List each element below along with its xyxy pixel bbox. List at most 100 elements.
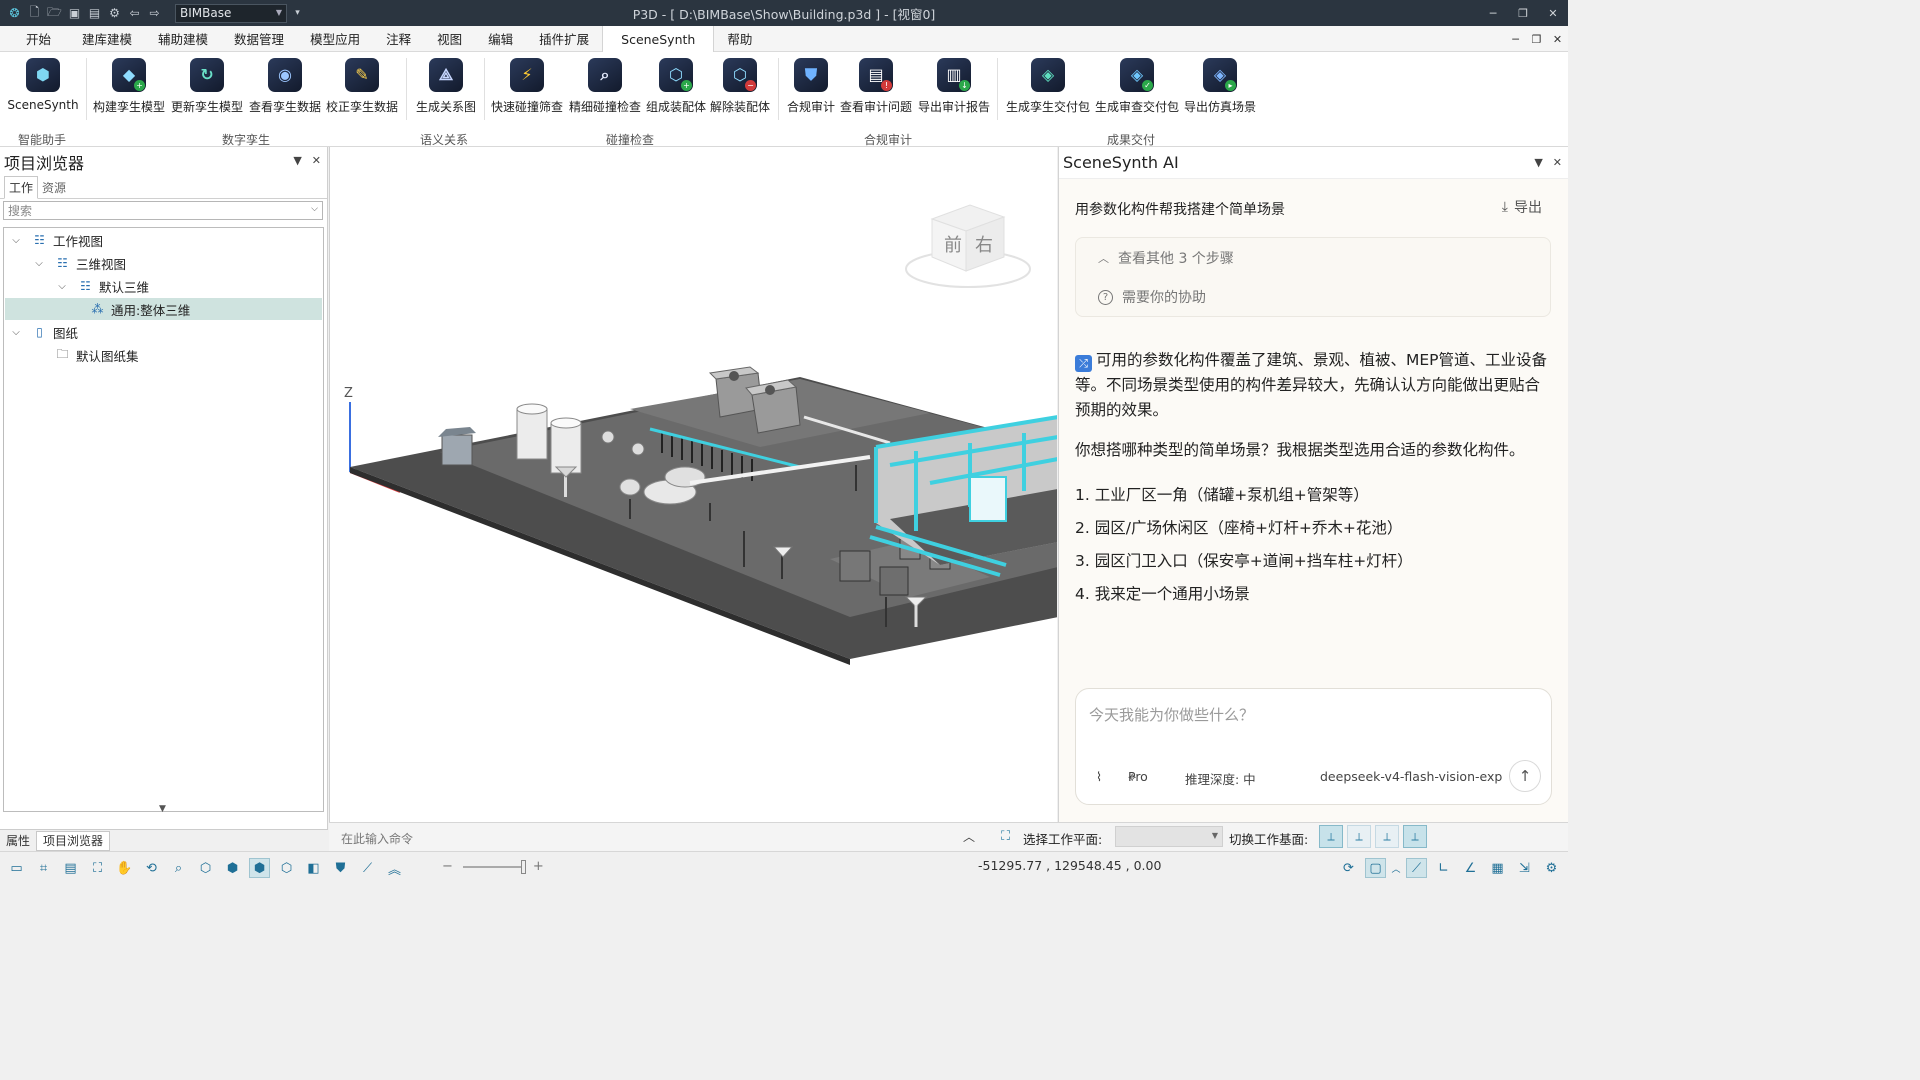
section-box-icon[interactable]: ⛊ bbox=[330, 858, 351, 878]
collapse-up-icon[interactable]: ︽ bbox=[384, 858, 405, 878]
command-history-icon[interactable]: ︿ bbox=[963, 828, 975, 845]
3d-viewport[interactable]: 前 右 Z bbox=[329, 147, 1057, 822]
audit-issues-button[interactable]: ▤! 查看审计问题 bbox=[834, 58, 918, 115]
collapse-icon[interactable]: ⌵ bbox=[33, 258, 45, 269]
export-audit-report-button[interactable]: ▥ ↓ 导出审计报告 bbox=[912, 58, 996, 115]
tab-edit[interactable]: 编辑 bbox=[475, 26, 526, 51]
fit-view-icon[interactable]: ⌗ bbox=[33, 858, 54, 878]
view-cube[interactable]: 前 右 bbox=[905, 204, 1031, 288]
angle-icon[interactable]: ∠ bbox=[1460, 858, 1481, 878]
attachment-icon[interactable]: ⌇ bbox=[1096, 769, 1102, 784]
orbit-icon[interactable]: ⟲ bbox=[141, 858, 162, 878]
relation-graph-button[interactable]: ⟁ 生成关系图 bbox=[404, 58, 488, 115]
tree-item-3d-views[interactable]: ⌵ ☷ 三维视图 bbox=[33, 252, 126, 274]
zoom-slider[interactable]: − + bbox=[442, 859, 544, 874]
export-simulation-button[interactable]: ◈ ▸ 导出仿真场景 bbox=[1178, 58, 1262, 115]
tree-item-default-3d[interactable]: ⌵ ☷ 默认三维 bbox=[56, 275, 149, 297]
correct-twin-data-button[interactable]: ✎ 校正孪生数据 bbox=[320, 58, 404, 115]
view-cube-front-label[interactable]: 前 bbox=[944, 235, 962, 256]
tree-item-default-sheet-set[interactable]: 🗀 默认图纸集 bbox=[33, 344, 138, 366]
panel-close-icon[interactable]: ✕ bbox=[1553, 156, 1562, 169]
build-twin-model-button[interactable]: ◆ + 构建孪生模型 bbox=[87, 58, 171, 115]
settings-icon[interactable]: ⚙ bbox=[1541, 858, 1562, 878]
view-twin-data-button[interactable]: ◉ 查看孪生数据 bbox=[243, 58, 327, 115]
zoom-extents-icon[interactable]: ⛶ bbox=[87, 858, 108, 878]
undo-icon[interactable]: ⇦ bbox=[126, 5, 143, 22]
display-mode-icon[interactable]: ▢ bbox=[1365, 858, 1386, 878]
collapse-icon[interactable]: ⌵ bbox=[56, 281, 68, 292]
ruler-icon[interactable]: ⟋ bbox=[357, 858, 378, 878]
hidden-line-icon[interactable]: ⬢ bbox=[222, 858, 243, 878]
doc-restore-button[interactable]: ❐ bbox=[1526, 26, 1547, 52]
collapse-icon[interactable]: ⌵ bbox=[10, 235, 22, 246]
panel-close-icon[interactable]: ✕ bbox=[312, 154, 321, 167]
tab-resources[interactable]: 资源 bbox=[38, 177, 70, 198]
plane-custom-icon[interactable]: ⟂ bbox=[1403, 825, 1427, 848]
tree-item-sheets[interactable]: ⌵ ▯ 图纸 bbox=[10, 321, 78, 343]
shaded-edges-icon[interactable]: ⬡ bbox=[276, 858, 297, 878]
command-input[interactable]: 在此输入命令 bbox=[341, 830, 413, 847]
doc-minimize-button[interactable]: ─ bbox=[1505, 26, 1526, 52]
tab-annotation[interactable]: 注释 bbox=[373, 26, 424, 51]
review-package-button[interactable]: ◈ ✓ 生成审查交付包 bbox=[1095, 58, 1179, 115]
save-as-icon[interactable]: ▤ bbox=[86, 5, 103, 22]
option-item[interactable]: 2. 园区/广场休闲区（座椅+灯杆+乔木+花池） bbox=[1075, 516, 1413, 549]
tab-project-browser[interactable]: 项目浏览器 bbox=[36, 830, 111, 851]
rotate-view-icon[interactable]: ⟳ bbox=[1338, 858, 1359, 878]
tab-library-modeling[interactable]: 建库建模 bbox=[69, 26, 145, 51]
search-input[interactable]: 搜索 ⌵ bbox=[3, 201, 323, 220]
tab-work[interactable]: 工作 bbox=[4, 176, 39, 199]
view-cube-right-label[interactable]: 右 bbox=[975, 235, 993, 256]
model-selector[interactable]: deepseek-v4-flash-vision-exp bbox=[1320, 769, 1502, 784]
update-twin-model-button[interactable]: ↻ 更新孪生模型 bbox=[165, 58, 249, 115]
realistic-icon[interactable]: ◧ bbox=[303, 858, 324, 878]
scroll-down-icon[interactable]: ▼ bbox=[159, 804, 166, 814]
app-select[interactable]: BIMBase ▼ bbox=[175, 3, 287, 23]
tab-model-application[interactable]: 模型应用 bbox=[297, 26, 373, 51]
quick-access-more-icon[interactable]: ▾ bbox=[289, 5, 306, 22]
panel-menu-icon[interactable]: ▼ bbox=[1534, 156, 1542, 169]
zoom-thumb[interactable] bbox=[520, 859, 526, 874]
tab-data-management[interactable]: 数据管理 bbox=[221, 26, 297, 51]
scenesynth-button[interactable]: ⬢ SceneSynth bbox=[1, 58, 85, 112]
collapse-icon[interactable]: ⌵ bbox=[10, 327, 22, 338]
option-item[interactable]: 4. 我来定一个通用小场景 bbox=[1075, 582, 1413, 615]
3d-scene[interactable]: 前 右 Z bbox=[330, 147, 1057, 822]
app-logo-icon[interactable]: ❂ bbox=[6, 5, 23, 22]
grid-icon[interactable]: ▦ bbox=[1487, 858, 1508, 878]
ortho-icon[interactable]: ∟ bbox=[1433, 858, 1454, 878]
depth-selector[interactable]: 推理深度: 中 bbox=[1185, 769, 1256, 788]
restore-button[interactable]: ❐ bbox=[1508, 0, 1538, 26]
quick-clash-button[interactable]: ⚡ 快速碰撞筛查 bbox=[485, 58, 569, 115]
panel-menu-icon[interactable]: ▼ bbox=[293, 154, 301, 167]
zoom-out-icon[interactable]: − bbox=[442, 859, 453, 874]
new-file-icon[interactable]: 🗋 bbox=[26, 5, 43, 22]
plane-yz-icon[interactable]: ⟂ bbox=[1375, 825, 1399, 848]
pan-hand-icon[interactable]: ✋ bbox=[114, 858, 135, 878]
window-icon[interactable]: ▭ bbox=[6, 858, 27, 878]
shaded-icon[interactable]: ⬢ bbox=[249, 858, 270, 878]
tree-item-overall-3d[interactable]: ⁂ 通用:整体三维 bbox=[5, 298, 322, 320]
twin-package-button[interactable]: ◈ 生成孪生交付包 bbox=[1006, 58, 1090, 115]
zoom-icon[interactable]: ⌕ bbox=[168, 858, 189, 878]
show-more-steps-button[interactable]: ︿ 查看其他 3 个步骤 bbox=[1098, 248, 1234, 268]
option-item[interactable]: 1. 工业厂区一角（储罐+泵机组+管架等） bbox=[1075, 483, 1413, 516]
zoom-track[interactable] bbox=[462, 859, 526, 874]
doc-close-button[interactable]: ✕ bbox=[1547, 26, 1568, 52]
settings-icon[interactable]: ⚙ bbox=[106, 5, 123, 22]
zoom-in-icon[interactable]: + bbox=[533, 859, 544, 874]
close-button[interactable]: ✕ bbox=[1538, 0, 1568, 26]
chat-input-box[interactable]: 今天我能为你做些什么？ ⌇ ⟡ Pro 推理深度: 中 deepseek-v4-… bbox=[1075, 688, 1552, 805]
redo-icon[interactable]: ⇨ bbox=[146, 5, 163, 22]
tab-aux-modeling[interactable]: 辅助建模 bbox=[145, 26, 221, 51]
plane-xy-icon[interactable]: ⟂ bbox=[1319, 825, 1343, 848]
send-button[interactable]: ↑ bbox=[1509, 760, 1541, 792]
minimize-button[interactable]: ─ bbox=[1478, 0, 1508, 26]
tab-plugins[interactable]: 插件扩展 bbox=[526, 26, 602, 51]
tab-properties[interactable]: 属性 bbox=[0, 831, 36, 851]
wireframe-icon[interactable]: ⬡ bbox=[195, 858, 216, 878]
chevron-up-icon[interactable]: ︿ bbox=[1392, 858, 1401, 878]
tab-view[interactable]: 视图 bbox=[424, 26, 475, 51]
tab-scenesynth[interactable]: SceneSynth bbox=[602, 26, 715, 52]
plane-xz-icon[interactable]: ⟂ bbox=[1347, 825, 1371, 848]
